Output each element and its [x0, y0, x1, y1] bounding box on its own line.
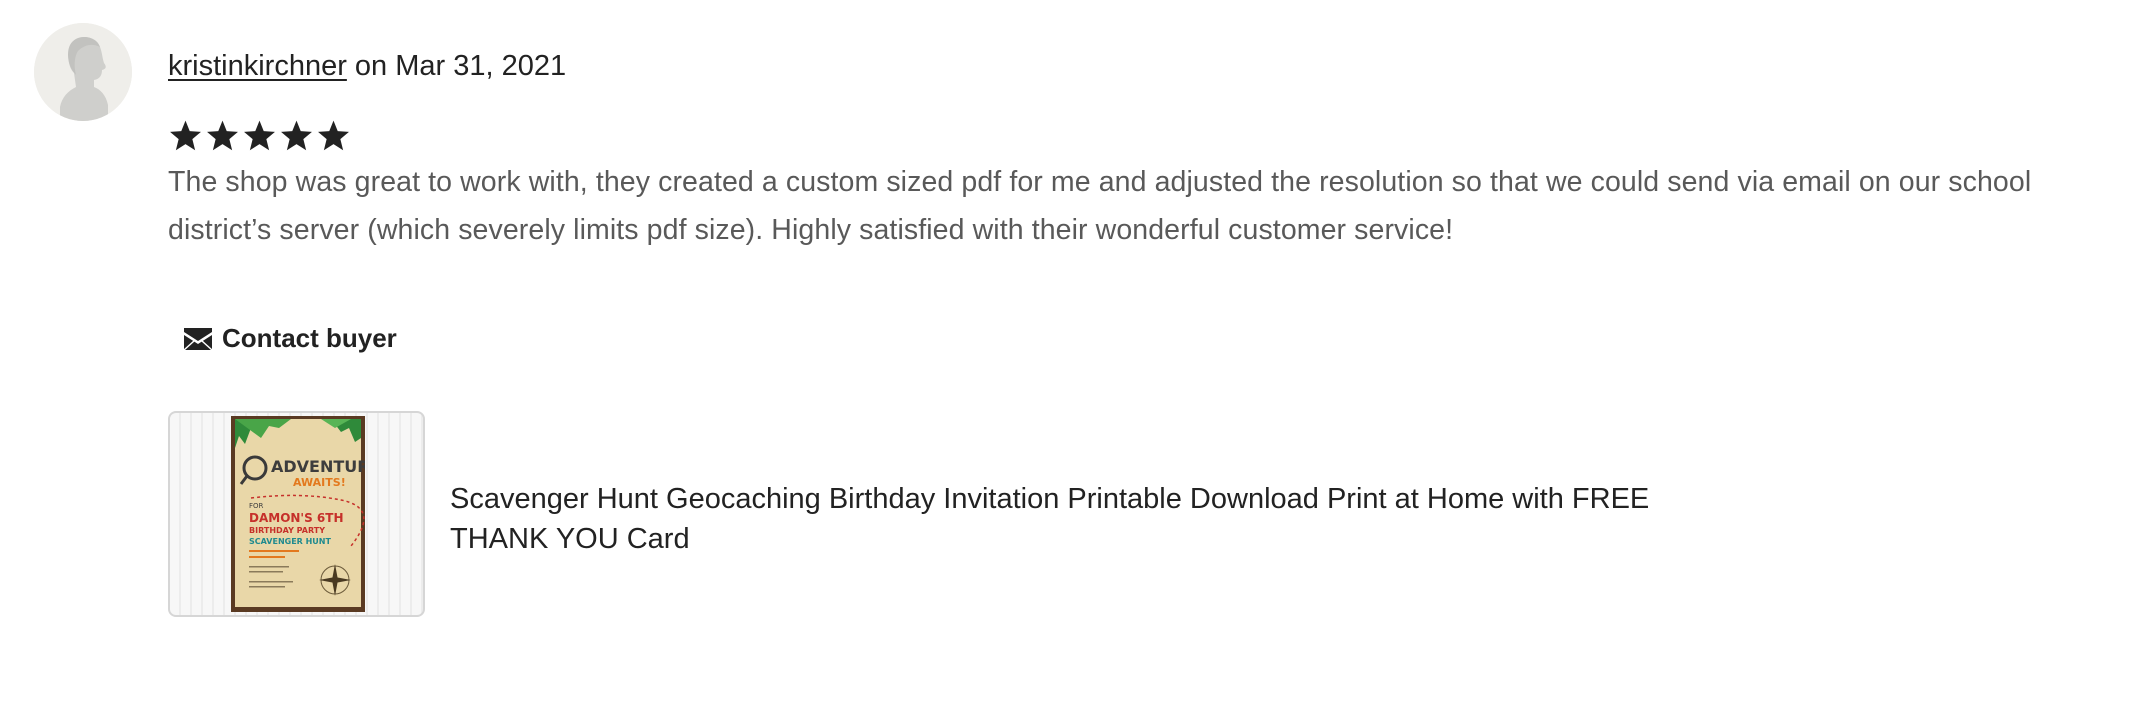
- reviewer-username-link[interactable]: kristinkirchner: [168, 50, 347, 82]
- default-user-avatar-icon: [34, 23, 132, 121]
- review-date: on Mar 31, 2021: [346, 50, 567, 82]
- listing-thumbnail[interactable]: ADVENTURE AWAITS! FOR DAMON'S 6TH BIRTHD…: [168, 411, 425, 617]
- review-text: The shop was great to work with, they cr…: [168, 166, 2032, 246]
- thumb-text-party: BIRTHDAY PARTY: [249, 526, 325, 535]
- thumb-text-hunt: SCAVENGER HUNT: [249, 537, 331, 546]
- star-icon: [316, 118, 351, 153]
- thumb-text-awaits: AWAITS!: [293, 476, 346, 489]
- star-icon: [242, 118, 277, 153]
- thumb-text-name: DAMON'S 6TH: [249, 511, 344, 525]
- contact-buyer-button[interactable]: Contact buyer: [168, 318, 411, 358]
- star-icon: [205, 118, 240, 153]
- invitation-thumbnail-image: ADVENTURE AWAITS! FOR DAMON'S 6TH BIRTHD…: [231, 416, 365, 612]
- reviewer-avatar[interactable]: [34, 23, 132, 121]
- contact-buyer-label: Contact buyer: [222, 322, 397, 353]
- star-rating: [168, 118, 351, 156]
- thumb-text-for: FOR: [249, 502, 264, 510]
- review-meta: kristinkirchner on Mar 31, 2021: [168, 48, 566, 84]
- listing-title-link[interactable]: Scavenger Hunt Geocaching Birthday Invit…: [450, 479, 1730, 559]
- star-icon: [279, 118, 314, 153]
- thumb-text-adventure: ADVENTURE: [271, 457, 365, 476]
- star-icon: [168, 118, 203, 153]
- mail-icon: [182, 323, 214, 353]
